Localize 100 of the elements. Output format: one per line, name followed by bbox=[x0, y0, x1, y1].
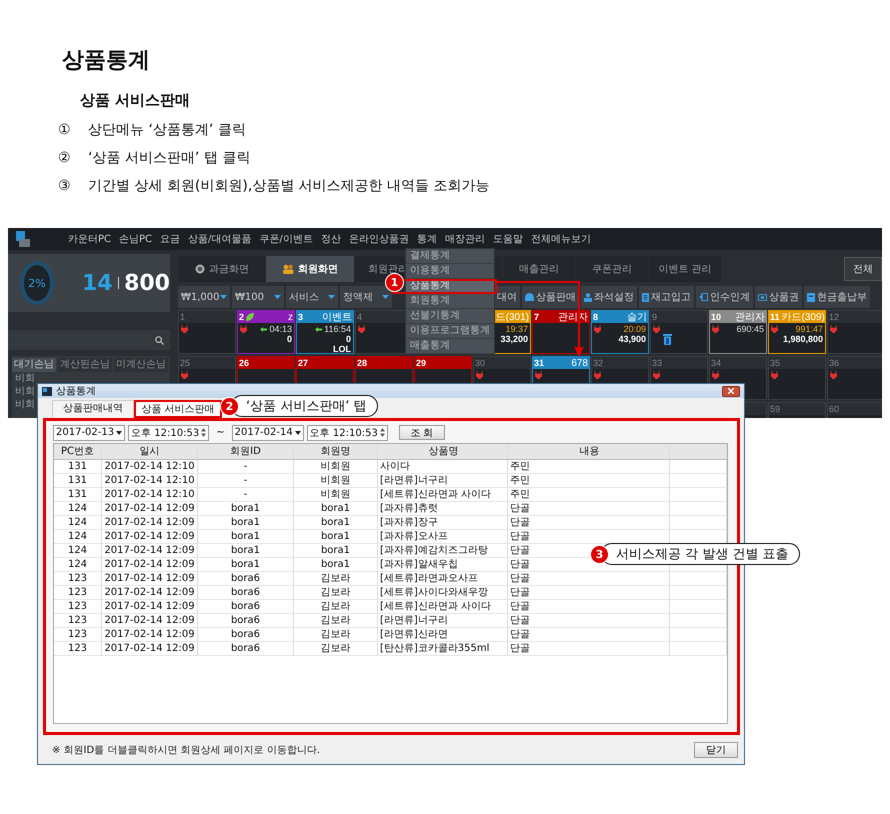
queue-tab[interactable]: 미계산손님 bbox=[114, 358, 168, 372]
seat-amount: 0 bbox=[344, 334, 351, 344]
table-cell: [라면류]너구리 bbox=[378, 614, 508, 627]
footer-note: ※ 회원ID를 더블클릭하시면 회원상세 페이지로 이동합니다. bbox=[52, 744, 320, 757]
table-cell: 123 bbox=[54, 628, 102, 641]
menu-item[interactable]: 선불기통계 bbox=[406, 309, 494, 324]
queue-row[interactable]: 비회 bbox=[12, 372, 170, 385]
seat-card[interactable]: 9 bbox=[650, 310, 708, 354]
column-header[interactable]: 상품명 bbox=[378, 444, 508, 459]
user-count: 14 bbox=[82, 270, 113, 296]
seat-number: 3 bbox=[298, 312, 304, 322]
menu-item[interactable]: 상품/대여물품 bbox=[188, 232, 252, 246]
column-header[interactable]: 회원명 bbox=[294, 444, 378, 459]
menu-item[interactable]: 손님PC bbox=[119, 232, 152, 246]
table-cell: 2017-02-14 12:09 bbox=[102, 530, 198, 543]
table-cell: 123 bbox=[54, 586, 102, 599]
menu-item[interactable]: 결제통계 bbox=[406, 249, 494, 264]
table-cell: 주민 bbox=[508, 474, 670, 487]
price-dropdown[interactable]: ₩1,000 bbox=[178, 286, 230, 308]
menu-item[interactable]: 매출통계 bbox=[406, 339, 494, 354]
seat-label: 슬기 bbox=[627, 311, 647, 324]
price-dropdown[interactable]: ₩100 bbox=[232, 286, 284, 308]
caret-icon bbox=[116, 430, 122, 434]
search-field[interactable] bbox=[8, 330, 170, 350]
seat-label: 관리자 bbox=[558, 311, 588, 324]
toolbar-button[interactable]: 재고입고 bbox=[639, 286, 694, 308]
seat-game: LOL bbox=[332, 344, 351, 354]
seat-number: 7 bbox=[534, 312, 540, 322]
seat-card[interactable]: 36 bbox=[827, 356, 882, 400]
menu-item[interactable]: 요금 bbox=[160, 232, 180, 246]
seat-card[interactable]: 10 관리자 690:45 bbox=[709, 310, 767, 354]
toolbar-button[interactable]: 상품판매 bbox=[522, 286, 579, 308]
seat-card[interactable]: 1 bbox=[178, 310, 236, 354]
table-cell: 124 bbox=[54, 502, 102, 515]
menu-item[interactable]: 이용프로그램통계 bbox=[406, 324, 494, 339]
price-dropdown[interactable]: 정액제 bbox=[340, 286, 392, 308]
seat-number: 27 bbox=[298, 358, 308, 368]
close-button[interactable]: 닫기 bbox=[694, 742, 738, 758]
start-time-field[interactable]: 오후 12:10:53 bbox=[128, 424, 210, 440]
menu-item[interactable]: 통계 bbox=[416, 232, 437, 246]
view-all-button[interactable]: 전체 bbox=[844, 257, 882, 281]
table-cell: 단골 bbox=[508, 600, 670, 613]
dialog-tab[interactable]: 상품판매내역 bbox=[52, 400, 134, 418]
column-header[interactable]: PC번호 bbox=[54, 444, 102, 459]
menu-item[interactable]: 전체메뉴보기 bbox=[530, 232, 591, 246]
toolbar-button[interactable]: 인수인계 bbox=[696, 286, 753, 308]
person-icon bbox=[584, 292, 592, 302]
toolbar-button[interactable]: 대여 bbox=[494, 286, 520, 308]
screen-tab[interactable]: 이벤트 관리 bbox=[649, 256, 721, 282]
seat-card[interactable]: 7 관리자 bbox=[532, 310, 590, 354]
seat-card[interactable]: 11 카드(309) 991:47 1,980,800 bbox=[768, 310, 826, 354]
column-header[interactable]: 일시 bbox=[102, 444, 198, 459]
column-header[interactable]: 내용 bbox=[508, 444, 670, 459]
seat-card[interactable]: 8 슬기 20:09 43,900 bbox=[591, 310, 649, 354]
end-time-field[interactable]: 오후 12:10:53 bbox=[306, 424, 388, 440]
table-cell: bora1 bbox=[198, 502, 294, 515]
table-cell: 2017-02-14 12:09 bbox=[102, 572, 198, 585]
toolbar-button[interactable]: 상품권 bbox=[755, 286, 802, 308]
menu-item[interactable]: 온라인상품권 bbox=[348, 232, 409, 246]
seat-card[interactable]: 12 bbox=[827, 310, 882, 354]
step-number: ① bbox=[58, 122, 72, 138]
screen-tab[interactable]: 매출관리 bbox=[503, 256, 575, 282]
seat-card[interactable]: 59 bbox=[768, 402, 826, 418]
queue-tab[interactable]: 계산된손님 bbox=[58, 358, 112, 372]
dialog-tab[interactable]: 상품 서비스판매 bbox=[134, 400, 222, 418]
close-button[interactable] bbox=[722, 386, 740, 396]
seat-card[interactable]: 35 bbox=[768, 356, 826, 400]
menu-item[interactable]: 회원통계 bbox=[406, 294, 494, 309]
seat-card[interactable]: 2 z 04:13 0 bbox=[237, 310, 295, 354]
seat-card[interactable]: 3 이벤트 116:54 0 LOL bbox=[296, 310, 354, 354]
table-cell: bora1 bbox=[294, 502, 378, 515]
table-cell: [세트류]사이다와새우깡 bbox=[378, 586, 508, 599]
menu-item[interactable]: 정산 bbox=[320, 232, 341, 246]
table-cell: bora6 bbox=[198, 614, 294, 627]
menu-item[interactable]: 쿠폰/이벤트 bbox=[259, 232, 313, 246]
toolbar-button[interactable]: 좌석설정 bbox=[581, 286, 637, 308]
table-cell: [라면류]신라면 bbox=[378, 628, 508, 641]
menu-item[interactable]: 카운터PC bbox=[68, 232, 112, 246]
menu-item[interactable]: 매장관리 bbox=[444, 232, 485, 246]
table-cell: 단골 bbox=[508, 516, 670, 529]
ticket-icon bbox=[758, 294, 767, 300]
table-cell: bora1 bbox=[294, 530, 378, 543]
seat-number: 8 bbox=[593, 312, 598, 322]
table-cell: 주민 bbox=[508, 460, 670, 473]
end-date-field[interactable]: 2017-02-14 bbox=[232, 424, 304, 440]
screen-tab[interactable]: 쿠폰관리 bbox=[576, 256, 648, 282]
column-header[interactable]: 회원ID bbox=[198, 444, 294, 459]
search-button[interactable]: 조 회 bbox=[398, 425, 445, 440]
seat-card[interactable]: 60 bbox=[827, 402, 882, 418]
price-dropdown[interactable]: 서비스 bbox=[286, 286, 338, 308]
table-cell: 비회원 bbox=[294, 460, 378, 473]
queue-tab[interactable]: 대기손님 bbox=[12, 358, 56, 372]
menu-item[interactable]: 이용통계 bbox=[406, 264, 494, 279]
usage-percent: 2% bbox=[28, 276, 46, 290]
toolbar-button[interactable]: 현금출납부 bbox=[804, 286, 870, 308]
menu-item[interactable]: 도움말 bbox=[492, 232, 523, 246]
seat-number: 10 bbox=[711, 312, 722, 322]
screen-tab[interactable]: 회원화면 bbox=[266, 256, 354, 282]
start-date-field[interactable]: 2017-02-13 bbox=[53, 424, 126, 440]
screen-tab[interactable]: 과금화면 bbox=[178, 256, 266, 282]
